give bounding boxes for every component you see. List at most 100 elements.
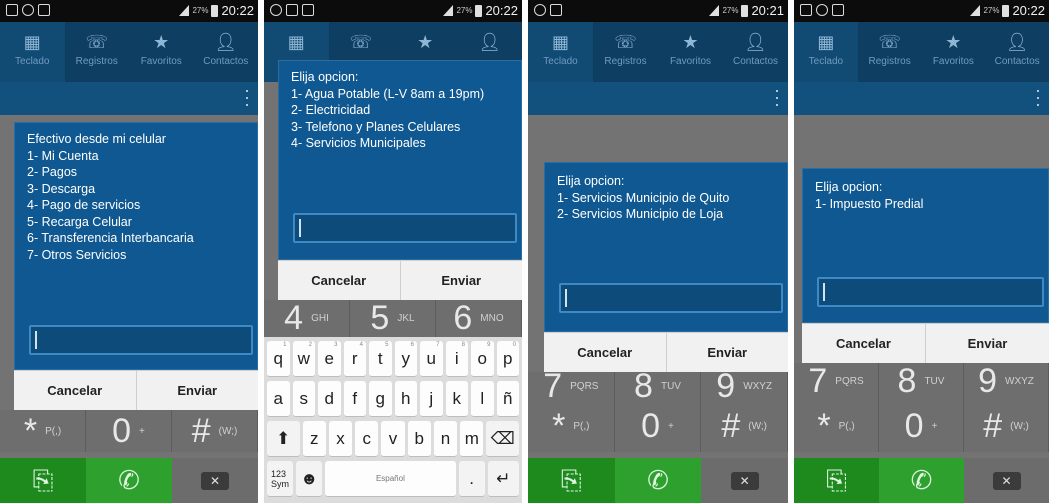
- key-u[interactable]: 7u: [420, 341, 443, 377]
- key-h[interactable]: h: [394, 381, 417, 417]
- status-bar: 27% 20:22: [0, 0, 258, 22]
- dialpad-key-hash[interactable]: # (W;): [701, 400, 788, 452]
- tab-contactos[interactable]: 👤︎ Contactos: [194, 22, 259, 82]
- contact-card-icon[interactable]: ⎘: [0, 458, 86, 503]
- dialpad-key-8[interactable]: 8 TUV: [615, 372, 702, 400]
- key-j[interactable]: j: [420, 381, 443, 417]
- key-r[interactable]: 4r: [343, 341, 366, 377]
- tab-teclado[interactable]: ▦ Teclado: [0, 22, 65, 82]
- send-button[interactable]: Enviar: [399, 261, 523, 300]
- backspace-icon[interactable]: ✕: [172, 458, 258, 503]
- tab-registros[interactable]: ☏ Registros: [858, 22, 922, 82]
- tab-registros[interactable]: ☏ Registros: [593, 22, 658, 82]
- dialpad-key-star[interactable]: * P(,): [528, 400, 615, 452]
- key-y[interactable]: 6y: [394, 341, 417, 377]
- key-letters: WXYZ: [1005, 376, 1034, 387]
- symbols-key[interactable]: 123 Sym: [267, 461, 294, 497]
- key-f[interactable]: f: [343, 381, 366, 417]
- soft-keyboard: 1q 2w 3e 4r 5t 6y 7u 8i 9o 0p a s d f g …: [264, 337, 522, 503]
- overflow-menu-icon[interactable]: · · ·: [244, 81, 250, 113]
- dialpad-grid-icon: ▦: [287, 32, 305, 52]
- key-g[interactable]: g: [369, 381, 392, 417]
- tab-favoritos[interactable]: ★ Favoritos: [658, 22, 723, 82]
- key-z[interactable]: z: [302, 421, 326, 457]
- tab-registros[interactable]: ☏ Registros: [65, 22, 130, 82]
- key-i[interactable]: 8i: [445, 341, 468, 377]
- dialpad-key-star[interactable]: * P(,): [794, 400, 879, 452]
- contact-card-icon[interactable]: ⎘: [794, 458, 879, 503]
- cancel-button[interactable]: Cancelar: [14, 371, 136, 410]
- key-n-tilde[interactable]: ñ: [496, 381, 519, 417]
- star-icon: ★: [682, 32, 699, 52]
- dialpad-key-9[interactable]: 9 WXYZ: [701, 372, 788, 400]
- ussd-message: Elija opcion: 1- Agua Potable (L-V 8am a …: [291, 69, 484, 152]
- ussd-reply-input[interactable]: [293, 213, 517, 243]
- contact-card-icon[interactable]: ⎘: [528, 458, 615, 503]
- key-w[interactable]: 2w: [292, 341, 315, 377]
- phone-handset-icon[interactable]: ✆: [86, 458, 172, 503]
- overflow-menu-icon[interactable]: · · ·: [1035, 81, 1041, 113]
- dialpad-key-hash[interactable]: # (W;): [172, 410, 258, 452]
- key-d[interactable]: d: [318, 381, 341, 417]
- key-b[interactable]: b: [407, 421, 431, 457]
- tab-favoritos[interactable]: ★ Favoritos: [129, 22, 194, 82]
- key-label: p: [503, 348, 513, 368]
- cancel-button[interactable]: Cancelar: [544, 333, 666, 372]
- key-digit: 7: [808, 362, 828, 400]
- tab-favoritos[interactable]: ★ Favoritos: [922, 22, 986, 82]
- key-c[interactable]: c: [355, 421, 379, 457]
- dialpad-key-5[interactable]: 5 JKL: [350, 299, 436, 337]
- keyboard-backspace-icon[interactable]: ⌫: [486, 421, 520, 457]
- emoji-icon[interactable]: ☻: [296, 461, 323, 497]
- key-k[interactable]: k: [445, 381, 468, 417]
- overflow-menu-icon[interactable]: · · ·: [774, 81, 780, 113]
- dialpad-key-9[interactable]: 9 WXYZ: [964, 362, 1049, 400]
- cancel-button[interactable]: Cancelar: [278, 261, 400, 300]
- dialpad-key-4[interactable]: 4 GHI: [264, 299, 350, 337]
- key-t[interactable]: 5t: [369, 341, 392, 377]
- key-n[interactable]: n: [433, 421, 458, 457]
- dialpad-key-hash[interactable]: # (W;): [964, 400, 1049, 452]
- send-button[interactable]: Enviar: [135, 371, 259, 410]
- tab-teclado[interactable]: ▦ Teclado: [794, 22, 858, 82]
- backspace-icon[interactable]: ✕: [701, 458, 788, 503]
- period-key[interactable]: .: [458, 461, 485, 497]
- whatsapp-notification-icon: [534, 4, 546, 16]
- key-q[interactable]: 1q: [267, 341, 290, 377]
- key-v[interactable]: v: [381, 421, 405, 457]
- key-letters: JKL: [397, 313, 415, 324]
- dialpad-key-0[interactable]: 0 +: [615, 400, 702, 452]
- send-button[interactable]: Enviar: [925, 324, 1049, 363]
- key-e[interactable]: 3e: [318, 341, 341, 377]
- key-m[interactable]: m: [460, 421, 484, 457]
- message-line: 5- Recarga Celular: [27, 214, 132, 229]
- ussd-reply-input[interactable]: [817, 277, 1044, 307]
- phone-handset-icon[interactable]: ✆: [614, 458, 702, 503]
- tab-contactos[interactable]: 👤︎ Contactos: [985, 22, 1049, 82]
- dialpad-key-7[interactable]: 7 PQRS: [794, 362, 879, 400]
- shift-icon[interactable]: ⬆: [267, 421, 300, 457]
- backspace-icon[interactable]: ✕: [964, 458, 1049, 503]
- tab-teclado[interactable]: ▦ Teclado: [528, 22, 593, 82]
- key-p[interactable]: 0p: [496, 341, 519, 377]
- key-l[interactable]: l: [471, 381, 494, 417]
- dialpad-key-6[interactable]: 6 MNO: [436, 299, 522, 337]
- key-o[interactable]: 9o: [471, 341, 494, 377]
- dialpad-key-star[interactable]: * P(,): [0, 410, 86, 452]
- cancel-button[interactable]: Cancelar: [802, 324, 925, 363]
- send-button[interactable]: Enviar: [665, 333, 789, 372]
- dialpad-key-0[interactable]: 0 +: [879, 400, 964, 452]
- phone-handset-icon[interactable]: ✆: [879, 458, 964, 503]
- dialpad-key-7[interactable]: 7 PQRS: [528, 372, 615, 400]
- space-bar[interactable]: Español: [325, 461, 456, 497]
- enter-icon[interactable]: ↵: [487, 461, 520, 497]
- dialpad-key-0[interactable]: 0 +: [86, 410, 172, 452]
- ussd-reply-input[interactable]: [29, 325, 253, 355]
- tab-contactos[interactable]: 👤︎ Contactos: [723, 22, 788, 82]
- ussd-reply-input[interactable]: [559, 283, 783, 313]
- dialpad-key-8[interactable]: 8 TUV: [879, 362, 964, 400]
- key-s[interactable]: s: [292, 381, 315, 417]
- battery-percent: 27%: [192, 6, 209, 15]
- key-a[interactable]: a: [267, 381, 290, 417]
- key-x[interactable]: x: [328, 421, 353, 457]
